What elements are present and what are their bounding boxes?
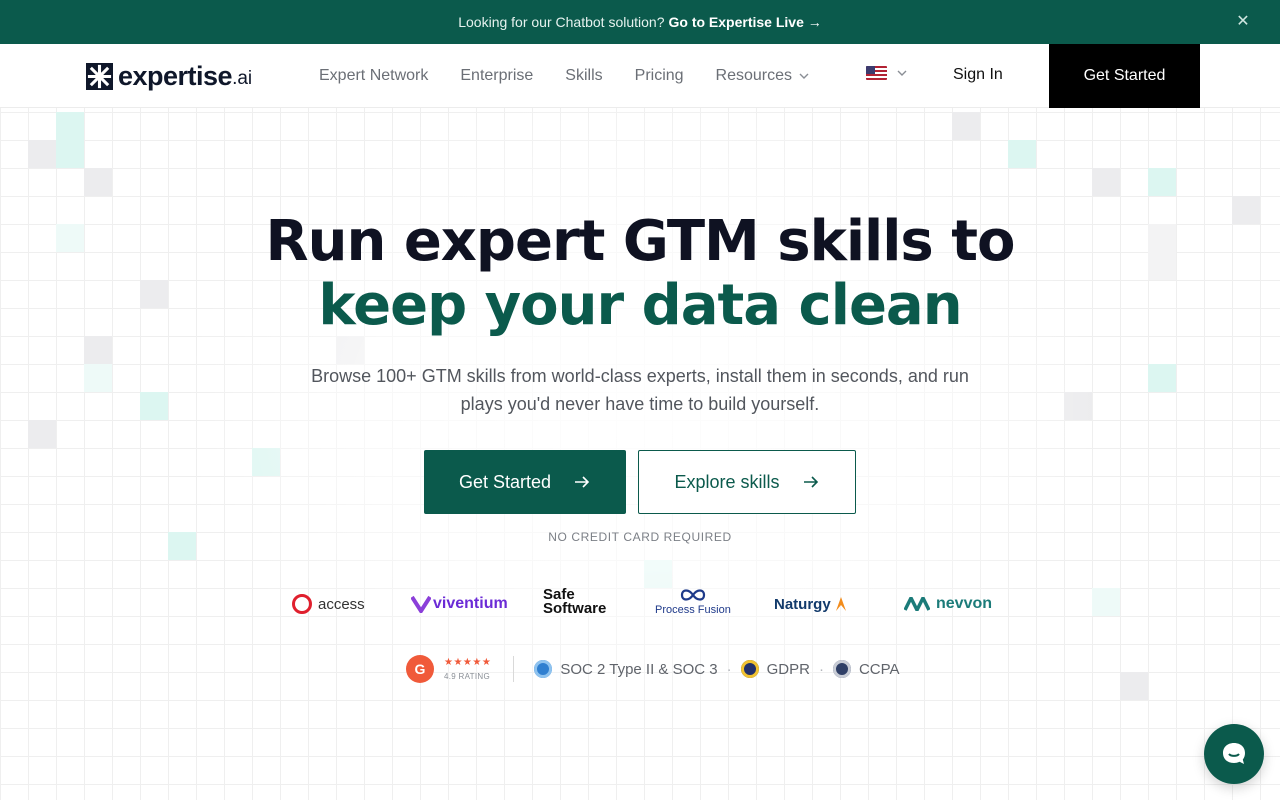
no-credit-card-note: NO CREDIT CARD REQUIRED <box>548 530 732 544</box>
g2-rating-label: 4.9 RATING <box>444 671 490 681</box>
hero-title-line-2: keep your data clean <box>318 273 962 338</box>
chat-bubble-icon <box>1223 743 1245 764</box>
ccpa-label: CCPA <box>858 660 900 678</box>
chat-widget-button[interactable] <box>1204 724 1264 784</box>
hero-get-started-label: Get Started <box>458 471 552 492</box>
explore-skills-label: Explore skills <box>674 471 780 492</box>
soc-globe-icon <box>534 660 553 678</box>
announcement-bar: Looking for our Chatbot solution? Go to … <box>0 0 1280 44</box>
trust-bar: G ★★★★★ 4.9 RATING SOC 2 Type II & SOC 3… <box>406 655 900 683</box>
hero-subtitle: Browse 100+ GTM skills from world-class … <box>311 366 969 414</box>
g2-text: ★★★★★ 4.9 RATING <box>444 657 491 682</box>
process-fusion-logo: Process Fusion <box>655 586 731 622</box>
brand-logo[interactable]: expertise .ai <box>86 61 252 91</box>
nav-resources-label: Resources <box>715 67 793 84</box>
nav-resources[interactable]: Resources <box>716 67 810 85</box>
hero-title-line-1: Run expert GTM skills to <box>265 209 1015 274</box>
naturgy-logo-text: Naturgy <box>774 595 831 613</box>
nevvon-logo: nevvon <box>904 586 992 622</box>
nevvon-logo-text: nevvon <box>936 595 993 612</box>
ccpa-seal-icon <box>832 660 851 678</box>
nav-expert-network[interactable]: Expert Network <box>319 67 428 85</box>
soc-label: SOC 2 Type II & SOC 3 <box>560 660 718 678</box>
arrow-right-icon <box>803 476 818 488</box>
access-logo-text: access <box>318 595 365 613</box>
separator-dot: · <box>726 660 732 678</box>
nav-pricing[interactable]: Pricing <box>635 67 684 85</box>
site-header: expertise .ai Expert Network Enterprise … <box>0 44 1280 108</box>
naturgy-logo: Naturgy <box>774 586 849 622</box>
language-selector[interactable] <box>866 66 908 80</box>
hero-title: Run expert GTM skills to keep your data … <box>0 210 1280 338</box>
star-rating-icon: ★★★★★ <box>444 656 492 668</box>
naturgy-flame-icon <box>835 597 846 611</box>
gdpr-label: GDPR <box>766 660 810 678</box>
safe-software-logo: Safe Software <box>543 587 607 624</box>
explore-skills-button[interactable]: Explore skills <box>638 450 856 514</box>
nav-skills[interactable]: Skills <box>565 67 602 85</box>
close-icon[interactable]: ✕ <box>1234 13 1252 31</box>
access-ring-icon <box>292 594 312 614</box>
g2-rating: G ★★★★★ 4.9 RATING <box>406 655 491 683</box>
nevvon-mark-icon <box>904 597 930 611</box>
process-fusion-text: Process Fusion <box>655 604 731 616</box>
safe-software-line-2: Software <box>543 600 607 617</box>
infinity-icon <box>680 589 706 601</box>
gdpr-badge: GDPR <box>740 660 810 678</box>
main-nav: Expert Network Enterprise Skills Pricing… <box>319 44 842 108</box>
announcement-link[interactable]: Go to Expertise Live → <box>668 14 821 30</box>
chevron-down-icon <box>799 73 809 79</box>
viventium-v-icon <box>411 595 431 613</box>
arrow-right-icon <box>575 476 590 488</box>
access-logo: access <box>291 586 365 622</box>
announcement-text: Looking for our Chatbot solution? <box>458 14 665 30</box>
customer-logos: access viventium Safe Software Process F… <box>0 586 1280 622</box>
g2-badge-icon: G <box>406 655 434 683</box>
logo-wordmark: expertise <box>118 60 233 91</box>
hero-get-started-button[interactable]: Get Started <box>424 450 626 514</box>
viventium-logo-text: viventium <box>433 595 508 612</box>
ccpa-badge: CCPA <box>832 660 900 678</box>
logo-suffix: .ai <box>232 68 253 89</box>
separator-dot: · <box>818 660 824 678</box>
us-flag-icon <box>866 66 887 80</box>
soc-badge: SOC 2 Type II & SOC 3 <box>534 660 718 678</box>
header-get-started-button[interactable]: Get Started <box>1049 44 1200 108</box>
viventium-logo: viventium <box>411 586 508 622</box>
sign-in-link[interactable]: Sign In <box>953 66 1003 84</box>
logo-mark-icon <box>86 62 113 90</box>
divider <box>513 656 515 682</box>
nav-enterprise[interactable]: Enterprise <box>460 67 533 85</box>
chevron-down-icon <box>897 70 907 76</box>
eu-stars-icon <box>740 660 759 678</box>
